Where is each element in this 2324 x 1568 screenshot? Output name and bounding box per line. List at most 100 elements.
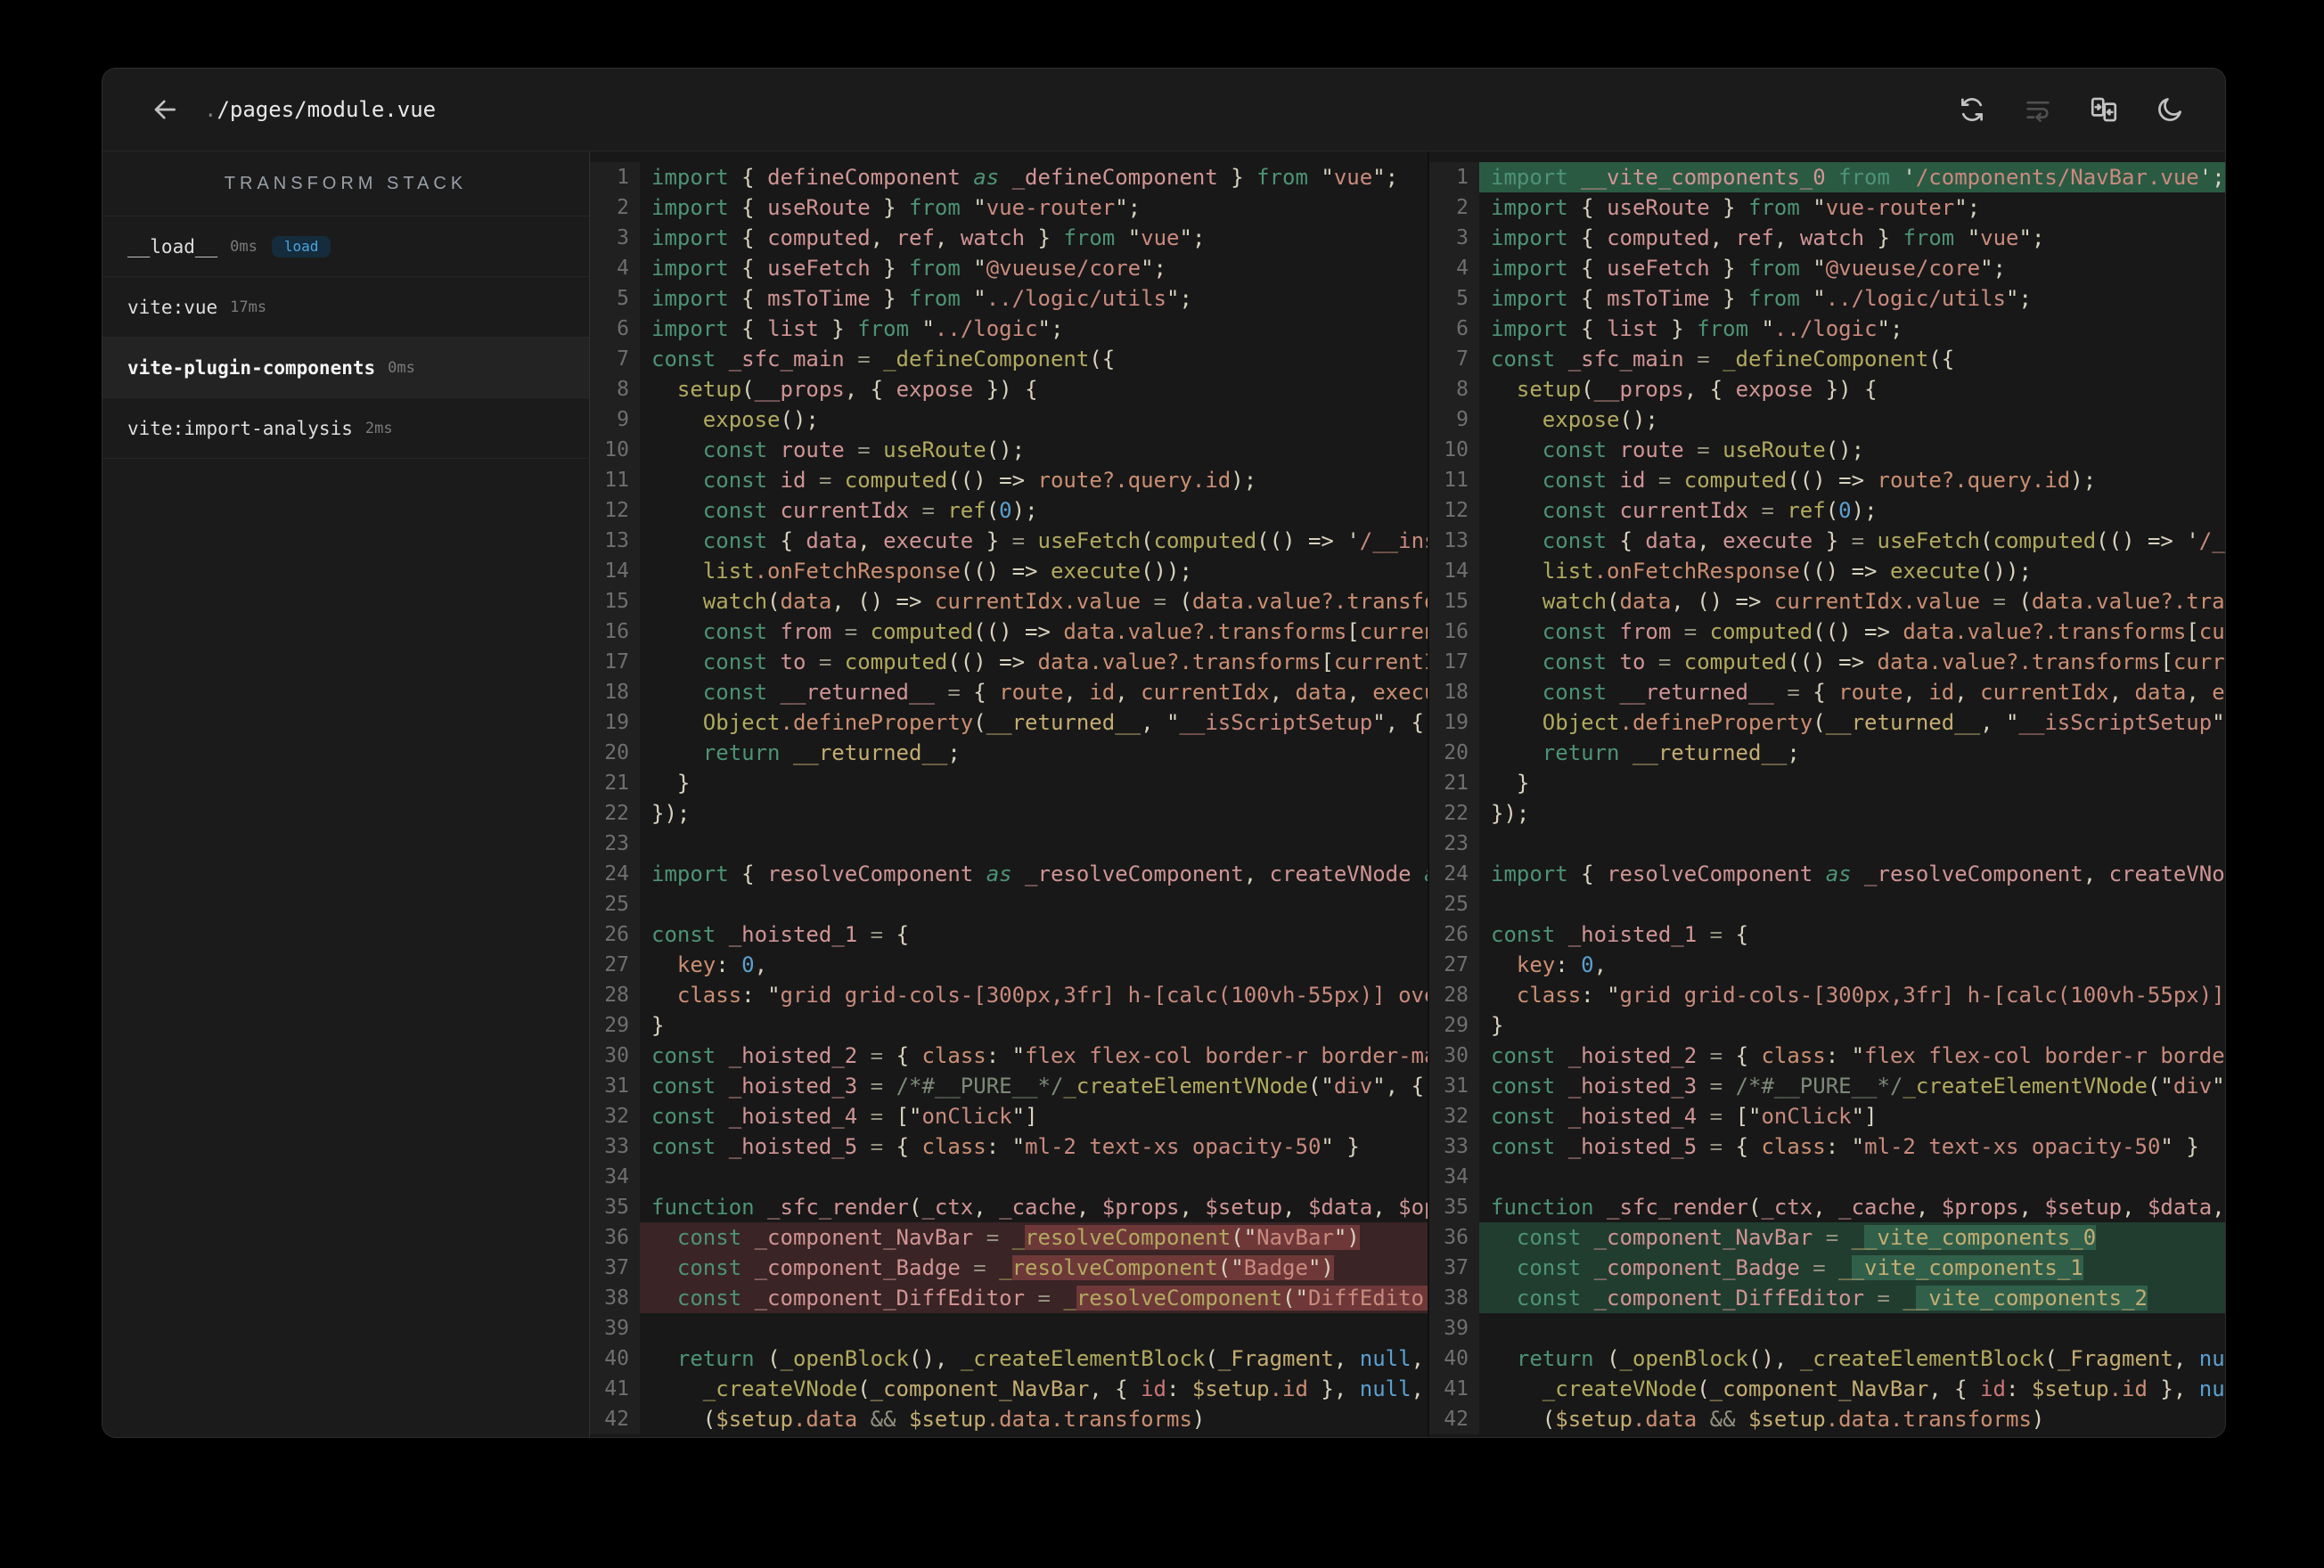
code-text: import { list } from "../logic"; [651, 316, 1064, 341]
code-text: const { data, execute } = useFetch(compu… [1542, 528, 2225, 553]
sidebar-item-vite-plugin-components[interactable]: vite-plugin-components 0ms [102, 338, 589, 398]
line-number: 40 [1429, 1343, 1479, 1374]
code-line: 20 return __returned__; [590, 738, 1428, 768]
code-line: 25 [1429, 889, 2225, 919]
code-line: 36 const _component_NavBar = _resolveCom… [590, 1222, 1428, 1253]
line-number: 40 [590, 1343, 640, 1374]
code-line: 32 const _hoisted_4 = ["onClick"] [1429, 1101, 2225, 1131]
code-line: 29} [590, 1010, 1428, 1041]
line-wrap-icon [2026, 101, 2050, 122]
sidebar-item-vite-import-analysis[interactable]: vite:import-analysis 2ms [102, 398, 589, 459]
code-text: function _sfc_render(_ctx, _cache, $prop… [651, 1195, 1428, 1220]
code-text: const _component_NavBar = __vite_compone… [1479, 1222, 2225, 1253]
code-line: 14 list.onFetchResponse(() => execute())… [590, 556, 1428, 586]
code-text: const _hoisted_1 = { [1491, 922, 1749, 947]
code-text: import { computed, ref, watch } from "vu… [651, 225, 1206, 250]
code-line: 10 const route = useRoute(); [590, 435, 1428, 465]
dark-mode-button[interactable] [2154, 94, 2186, 126]
code-line: 41 _createVNode(_component_NavBar, { id:… [590, 1374, 1428, 1404]
line-number: 20 [590, 738, 640, 768]
code-text: expose(); [702, 407, 819, 432]
code-text: const route = useRoute(); [702, 437, 1026, 462]
code-text: import { useFetch } from "@vueuse/core"; [1491, 256, 2007, 281]
line-number: 29 [1429, 1010, 1479, 1041]
line-wrap-button[interactable] [2022, 94, 2054, 126]
code-text: return __returned__; [702, 740, 961, 765]
code-line: 23 [1429, 829, 2225, 859]
code-line: 35 function _sfc_render(_ctx, _cache, $pr… [590, 1192, 1428, 1222]
line-number: 12 [1429, 495, 1479, 526]
code-line: 38 const _component_DiffEditor = __vite_… [1429, 1283, 2225, 1313]
plugin-duration: 17ms [230, 298, 267, 316]
code-line: 15 watch(data, () => currentIdx.value = … [590, 586, 1428, 617]
code-line: 20 return __returned__; [1429, 738, 2225, 768]
code-text: const _component_NavBar = _resolveCompon… [640, 1222, 1428, 1253]
code-line: 12 const currentIdx = ref(0); [590, 495, 1428, 526]
line-number: 30 [1429, 1041, 1479, 1071]
code-text: Object.defineProperty(__returned__, "__i… [1542, 710, 2225, 735]
code-line: 34 [590, 1162, 1428, 1192]
code-text: const _sfc_main = _defineComponent({ [1491, 347, 1955, 372]
code-line: 30 const _hoisted_2 = { class: "flex flex… [590, 1041, 1428, 1071]
line-number: 13 [1429, 526, 1479, 556]
line-number: 15 [1429, 586, 1479, 617]
code-line: 19 Object.defineProperty(__returned__, "… [590, 707, 1428, 738]
load-badge: load [271, 235, 331, 257]
line-number: 18 [1429, 677, 1479, 707]
code-panel-after[interactable]: 1 import __vite_components_0 from '/compo… [1428, 151, 2225, 1437]
topbar-actions [1956, 94, 2186, 126]
code-line: 17 const to = computed(() => data.value?… [590, 647, 1428, 677]
code-text: _createVNode(_component_NavBar, { id: $s… [1542, 1376, 2225, 1401]
code-line: 6 import { list } from "../logic"; [1429, 314, 2225, 344]
line-number: 29 [590, 1010, 640, 1041]
code-line: 28 class: "grid grid-cols-[300px,3fr] h-… [590, 980, 1428, 1010]
line-number: 31 [590, 1071, 640, 1101]
line-number: 4 [1429, 253, 1479, 283]
line-number: 32 [1429, 1101, 1479, 1131]
code-text: const _sfc_main = _defineComponent({ [651, 347, 1116, 372]
code-line: 24 import { resolveComponent as _resolveC… [590, 859, 1428, 889]
sidebar-item--load-[interactable]: __load__ 0ms load [102, 216, 589, 277]
code-line: 40 return (_openBlock(), _createElementB… [1429, 1343, 2225, 1374]
sidebar-item-vite-vue[interactable]: vite:vue 17ms [102, 277, 589, 338]
code-line: 1 import { defineComponent as _defineComp… [590, 162, 1428, 192]
plugin-name: vite:import-analysis [127, 417, 353, 439]
line-number: 19 [590, 707, 640, 738]
line-number: 37 [590, 1253, 640, 1283]
code-text: const _hoisted_3 = /*#__PURE__*/_createE… [1491, 1074, 2225, 1098]
line-number: 31 [1429, 1071, 1479, 1101]
line-number: 34 [590, 1162, 640, 1192]
side-by-side-toggle-button[interactable] [2088, 94, 2120, 126]
code-text: const _hoisted_3 = /*#__PURE__*/_createE… [651, 1074, 1425, 1098]
code-line: 5 import { msToTime } from "../logic/util… [590, 283, 1428, 314]
line-number: 37 [1429, 1253, 1479, 1283]
code-line: 17 const to = computed(() => data.value?… [1429, 647, 2225, 677]
code-panel-before[interactable]: 1 import { defineComponent as _defineComp… [590, 151, 1428, 1437]
code-line: 39 [1429, 1313, 2225, 1343]
code-line: 37 const _component_Badge = __vite_compo… [1429, 1253, 2225, 1283]
top-bar: ./pages/module.vue [102, 69, 2225, 151]
code-line: 27 key: 0, [590, 950, 1428, 980]
line-number: 42 [1429, 1404, 1479, 1434]
code-line: 5 import { msToTime } from "../logic/util… [1429, 283, 2225, 314]
code-text: const _hoisted_4 = ["onClick"] [1491, 1104, 1878, 1129]
line-number: 4 [590, 253, 640, 283]
refresh-button[interactable] [1956, 94, 1988, 126]
plugin-duration: 2ms [364, 419, 393, 437]
code-line: 9 expose(); [1429, 404, 2225, 435]
code-line: 33 const _hoisted_5 = { class: "ml-2 text… [1429, 1131, 2225, 1162]
back-button[interactable] [149, 94, 181, 126]
line-number: 16 [590, 617, 640, 647]
code-text: list.onFetchResponse(() => execute()); [1542, 559, 2032, 584]
code-line: 13 const { data, execute } = useFetch(co… [590, 526, 1428, 556]
code-text: Object.defineProperty(__returned__, "__i… [702, 710, 1424, 735]
code-text: watch(data, () => currentIdx.value = (da… [702, 589, 1428, 614]
line-number: 24 [1429, 859, 1479, 889]
line-number: 1 [1429, 162, 1479, 192]
code-line: 26 const _hoisted_1 = { [1429, 919, 2225, 950]
code-line: 29} [1429, 1010, 2225, 1041]
